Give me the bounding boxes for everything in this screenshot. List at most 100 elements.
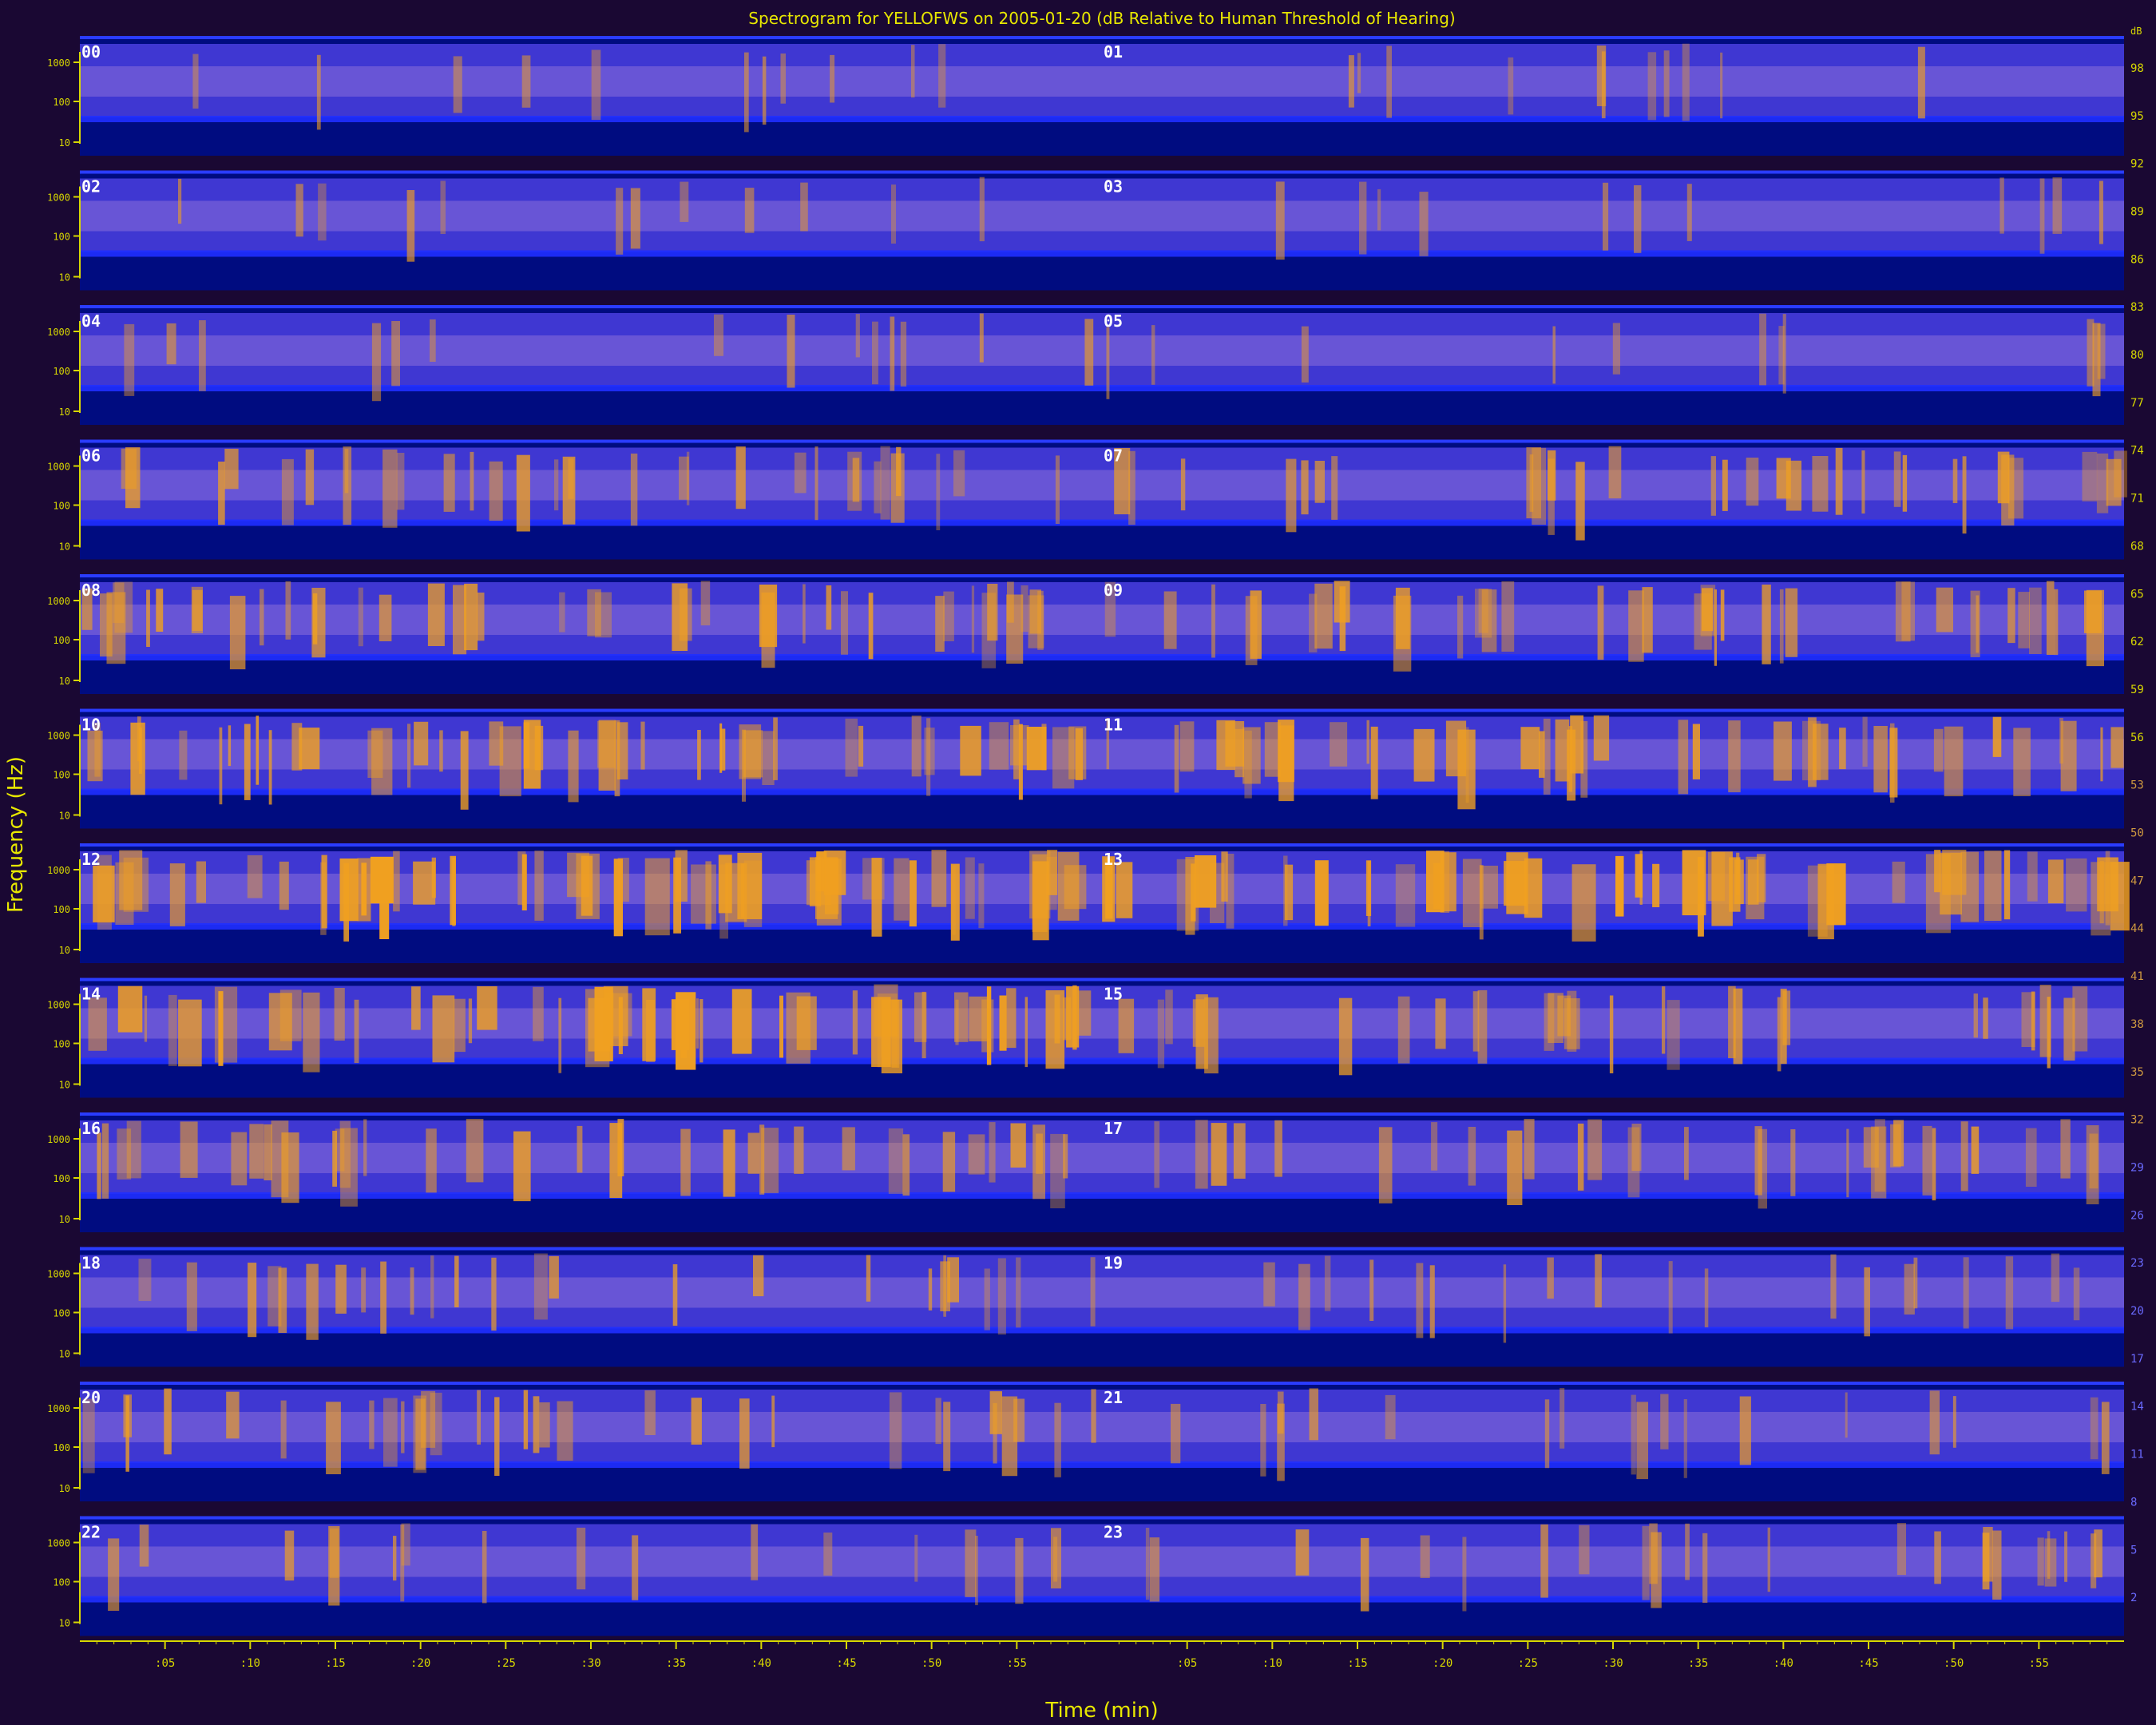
spectral-burst — [968, 1134, 985, 1175]
spectral-burst — [1331, 456, 1338, 520]
spectral-burst — [1971, 1126, 1980, 1174]
spectral-burst — [295, 184, 303, 237]
spectral-burst — [866, 1255, 871, 1302]
spectral-burst — [1330, 722, 1348, 767]
colorbar-tick-label: 38 — [2130, 1018, 2144, 1031]
energy-band-core — [80, 66, 2124, 97]
spectral-burst — [1277, 1391, 1284, 1434]
spectral-burst — [762, 56, 767, 125]
spectral-burst — [411, 986, 421, 1030]
y-tick-label: 100 — [53, 1039, 70, 1050]
spectral-burst — [1552, 326, 1556, 384]
y-tick-label: 100 — [53, 904, 70, 915]
y-tick-label: 10 — [59, 1618, 70, 1629]
energy-band-core — [80, 1546, 2124, 1577]
spectral-burst — [1524, 1119, 1535, 1180]
spectral-burst — [989, 1122, 996, 1183]
spectral-burst — [2054, 589, 2059, 656]
y-tick-label: 10 — [59, 811, 70, 822]
spectral-burst — [371, 323, 382, 402]
spectral-burst — [268, 730, 272, 805]
spectral-burst — [1244, 730, 1252, 799]
spectral-burst — [1045, 990, 1065, 1069]
spectral-burst — [1557, 995, 1571, 1037]
spectral-burst — [108, 1538, 120, 1611]
spectral-burst — [823, 1533, 833, 1576]
spectral-burst — [1091, 1389, 1096, 1443]
spectral-burst — [100, 593, 113, 657]
spectral-burst — [616, 188, 624, 255]
spectral-burst — [1830, 1254, 1837, 1319]
colorbar-tick-label: 32 — [2130, 1114, 2144, 1127]
spectral-burst — [1595, 1254, 1602, 1308]
spectral-burst — [426, 1128, 437, 1193]
spectral-burst — [2064, 1531, 2067, 1582]
spectral-burst — [1165, 989, 1173, 1045]
spectral-burst — [1506, 852, 1528, 914]
spectral-burst — [1357, 53, 1361, 93]
y-tick-label: 1000 — [47, 1538, 70, 1549]
spectral-burst — [470, 451, 474, 511]
spectral-burst — [1615, 855, 1624, 917]
spectral-burst — [1861, 450, 1865, 514]
spectral-burst — [1759, 313, 1766, 386]
spectral-burst — [2003, 850, 2011, 920]
spectral-burst — [1929, 1390, 1940, 1455]
spectral-burst — [1683, 1399, 1687, 1478]
spectral-burst — [697, 730, 701, 780]
x-tick-label: :35 — [1688, 1657, 1708, 1670]
spectral-burst — [316, 54, 321, 130]
y-tick-label: 1000 — [47, 1403, 70, 1414]
spectral-burst — [1682, 43, 1690, 121]
spectral-burst — [1922, 1125, 1932, 1196]
spectral-burst — [1571, 864, 1596, 942]
spectral-burst — [139, 1525, 149, 1567]
spectral-burst — [2063, 997, 2075, 1061]
colorbar-tick-label: 8 — [2130, 1496, 2137, 1509]
spectral-burst — [226, 1391, 240, 1439]
y-tick-label: 100 — [53, 635, 70, 646]
spectral-burst — [1007, 581, 1014, 623]
spectral-burst — [1785, 460, 1801, 511]
spectral-burst — [1692, 724, 1700, 779]
spectral-burst — [1226, 854, 1235, 929]
spectral-burst — [1652, 863, 1660, 907]
colorbar-tick-label: 95 — [2130, 110, 2144, 123]
spectral-burst — [1348, 55, 1354, 108]
spectral-burst — [452, 857, 456, 926]
spectrogram-row: 00 01 1000 100 10 — [47, 36, 2124, 156]
spectral-burst — [744, 188, 755, 233]
row-top-edge — [80, 978, 2124, 981]
spectral-burst — [691, 1398, 702, 1445]
colorbar-tick-label: 98 — [2130, 62, 2144, 75]
spectral-burst — [1973, 993, 1978, 1038]
spectral-burst — [144, 995, 148, 1042]
hour-label: 19 — [1104, 1254, 1123, 1273]
spectral-burst — [858, 725, 864, 767]
spectral-burst — [953, 450, 965, 497]
spectral-burst — [1845, 1392, 1848, 1438]
spectral-burst — [891, 184, 896, 244]
y-tick-label: 10 — [59, 1349, 70, 1360]
spectral-burst — [671, 999, 690, 1050]
spectral-burst — [1324, 1255, 1331, 1311]
spectral-burst — [1010, 725, 1029, 766]
spectral-burst — [88, 997, 107, 1051]
spectral-burst — [1185, 857, 1195, 935]
spectral-burst — [1054, 1402, 1061, 1477]
spectral-burst — [1163, 591, 1177, 649]
y-tick-label: 1000 — [47, 327, 70, 338]
spectral-burst — [117, 985, 143, 1033]
band-lower-edge — [80, 654, 2124, 660]
spectral-burst — [1359, 181, 1367, 255]
spectral-burst — [1462, 859, 1482, 927]
hour-label: 05 — [1104, 311, 1123, 331]
spectral-burst — [751, 1524, 759, 1580]
spectral-burst — [180, 1121, 198, 1178]
spectral-burst — [1021, 585, 1028, 632]
spectral-burst — [413, 1395, 427, 1473]
spectral-burst — [1555, 719, 1570, 782]
spectral-burst — [1682, 850, 1706, 916]
spectral-burst — [1385, 1394, 1396, 1440]
spectral-burst — [1960, 1121, 1968, 1192]
